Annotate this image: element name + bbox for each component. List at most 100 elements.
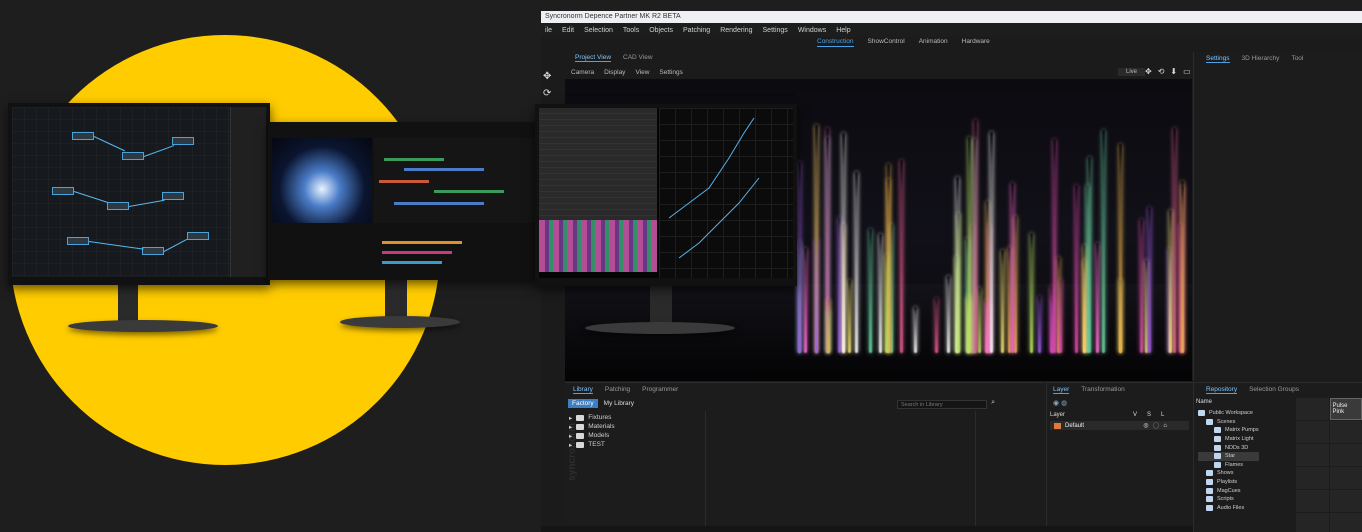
water-jet bbox=[804, 248, 808, 353]
library-search-input[interactable]: Search in Library bbox=[897, 400, 987, 409]
graph-node bbox=[72, 132, 94, 140]
rotate-tool-icon[interactable]: ⟳ bbox=[543, 88, 551, 99]
cue-cell[interactable] bbox=[1296, 398, 1329, 420]
water-jet bbox=[1011, 182, 1015, 353]
repository-tree-label: Audio Files bbox=[1217, 504, 1245, 511]
tab-layer[interactable]: Layer bbox=[1053, 386, 1070, 394]
tree-item-materials[interactable]: ▸ Materials bbox=[569, 422, 615, 431]
menu-edit[interactable]: Edit bbox=[562, 27, 574, 34]
cue-cell[interactable] bbox=[1296, 467, 1329, 489]
cue-cell[interactable] bbox=[1296, 513, 1329, 532]
move-icon[interactable]: ✥ bbox=[1145, 67, 1152, 76]
mode-animation[interactable]: Animation bbox=[919, 38, 948, 47]
node-editor-sidebar bbox=[230, 107, 266, 277]
curve-editor-screen bbox=[539, 108, 793, 278]
live-toggle[interactable]: Live bbox=[1118, 68, 1146, 76]
mode-showcontrol[interactable]: ShowControl bbox=[868, 38, 905, 47]
menu-objects[interactable]: Objects bbox=[649, 27, 673, 34]
move-tool-icon[interactable]: ✥ bbox=[543, 71, 551, 82]
tab-repository[interactable]: Repository bbox=[1206, 386, 1238, 394]
search-icon[interactable]: ⌕ bbox=[991, 399, 995, 407]
repository-tree-item[interactable]: Matrix Light bbox=[1198, 435, 1259, 444]
eye-icon[interactable]: ◎ bbox=[1143, 422, 1148, 429]
water-jet bbox=[989, 131, 993, 353]
water-jet bbox=[1118, 144, 1122, 353]
repository-tree-item[interactable]: Matrix Pumps bbox=[1198, 426, 1259, 435]
tree-item-test[interactable]: ▸ TEST bbox=[569, 440, 615, 449]
view-menu-camera[interactable]: Camera bbox=[571, 69, 594, 76]
water-jet bbox=[798, 161, 802, 353]
cue-cell[interactable] bbox=[1296, 444, 1329, 466]
repository-tree-item[interactable]: Flames bbox=[1198, 461, 1259, 470]
source-my-library[interactable]: My Library bbox=[604, 400, 634, 407]
tab-transformation[interactable]: Transformation bbox=[1081, 386, 1124, 394]
maximize-icon[interactable]: ▭ bbox=[1183, 67, 1191, 76]
tab-cad-view[interactable]: CAD View bbox=[623, 54, 653, 62]
view-menu-view[interactable]: View bbox=[635, 69, 649, 76]
cue-cell[interactable] bbox=[1329, 421, 1362, 443]
tab-settings[interactable]: Settings bbox=[1206, 55, 1230, 63]
tree-item-label: Materials bbox=[588, 423, 615, 430]
lock-icon[interactable]: ⌂ bbox=[1163, 423, 1167, 429]
column-divider bbox=[705, 411, 706, 532]
column-divider bbox=[975, 411, 976, 532]
menu-tools[interactable]: Tools bbox=[623, 27, 639, 34]
repository-tree-item[interactable]: Star bbox=[1198, 451, 1259, 461]
mode-hardware[interactable]: Hardware bbox=[962, 38, 990, 47]
menu-rendering[interactable]: Rendering bbox=[720, 27, 752, 34]
add-layer-icon[interactable]: ◉ bbox=[1053, 400, 1059, 407]
cue-pulse-pink[interactable]: Pulse Pink bbox=[1329, 398, 1362, 420]
menu-help[interactable]: Help bbox=[836, 27, 850, 34]
channel-clips bbox=[539, 220, 657, 272]
view-menu-settings[interactable]: Settings bbox=[659, 69, 683, 76]
rotate-icon[interactable]: ⟲ bbox=[1158, 67, 1165, 76]
tab-project-view[interactable]: Project View bbox=[575, 54, 612, 62]
layer-row[interactable]: Default ◎ ◯ ⌂ bbox=[1050, 421, 1189, 430]
cue-cell[interactable] bbox=[1329, 444, 1362, 466]
repository-tree-item[interactable]: Playlists bbox=[1198, 478, 1259, 487]
chevron-right-icon: ▸ bbox=[569, 414, 573, 422]
tab-selection-groups[interactable]: Selection Groups bbox=[1249, 386, 1299, 394]
menu-windows[interactable]: Windows bbox=[798, 27, 826, 34]
mode-construction[interactable]: Construction bbox=[817, 38, 854, 47]
repository-tree-item[interactable]: Scripts bbox=[1198, 495, 1259, 504]
cue-cell[interactable] bbox=[1329, 467, 1362, 489]
water-jet bbox=[900, 159, 904, 353]
repository-tree-item[interactable]: Audio Files bbox=[1198, 504, 1259, 513]
delete-layer-icon[interactable]: ◍ bbox=[1061, 400, 1067, 407]
repository-tree-item[interactable]: Scenes bbox=[1198, 418, 1259, 427]
tab-3d-hierarchy[interactable]: 3D Hierarchy bbox=[1242, 55, 1280, 63]
menu-file[interactable]: ile bbox=[545, 27, 552, 34]
graph-node bbox=[142, 247, 164, 255]
chevron-right-icon: ▸ bbox=[569, 423, 573, 431]
monitor-foot-right bbox=[585, 322, 735, 334]
view-menu-display[interactable]: Display bbox=[604, 69, 625, 76]
tree-item-models[interactable]: ▸ Models bbox=[569, 431, 615, 440]
cue-cell[interactable] bbox=[1296, 490, 1329, 512]
menu-settings[interactable]: Settings bbox=[763, 27, 788, 34]
tab-library[interactable]: Library bbox=[573, 386, 593, 394]
cue-cell[interactable] bbox=[1329, 490, 1362, 512]
folder-icon bbox=[1206, 418, 1213, 425]
select-icon[interactable]: ◯ bbox=[1153, 422, 1160, 429]
cue-cell[interactable] bbox=[1329, 513, 1362, 532]
tree-item-fixtures[interactable]: ▸ Fixtures bbox=[569, 413, 615, 422]
repository-tree-item[interactable]: NDDs 3D bbox=[1198, 443, 1259, 452]
repository-tree-item[interactable]: MagCues bbox=[1198, 486, 1259, 495]
water-jet bbox=[1083, 245, 1087, 353]
folder-icon bbox=[576, 423, 585, 430]
menu-selection[interactable]: Selection bbox=[584, 27, 613, 34]
repository-tree-label: Shows bbox=[1217, 470, 1234, 477]
download-icon[interactable]: ⬇ bbox=[1170, 67, 1177, 76]
tab-tool[interactable]: Tool bbox=[1291, 55, 1303, 63]
source-factory[interactable]: Factory bbox=[568, 399, 598, 408]
cue-cell[interactable] bbox=[1296, 421, 1329, 443]
menu-patching[interactable]: Patching bbox=[683, 27, 710, 34]
tab-patching[interactable]: Patching bbox=[605, 386, 630, 394]
repository-tree-item[interactable]: Public Workspace bbox=[1198, 409, 1259, 418]
cue-grid: Pulse Pink bbox=[1296, 398, 1362, 532]
repository-tree-item[interactable]: Shows bbox=[1198, 469, 1259, 478]
chevron-right-icon: ▸ bbox=[569, 441, 573, 449]
tab-programmer[interactable]: Programmer bbox=[642, 386, 678, 394]
water-jet bbox=[1087, 156, 1091, 353]
